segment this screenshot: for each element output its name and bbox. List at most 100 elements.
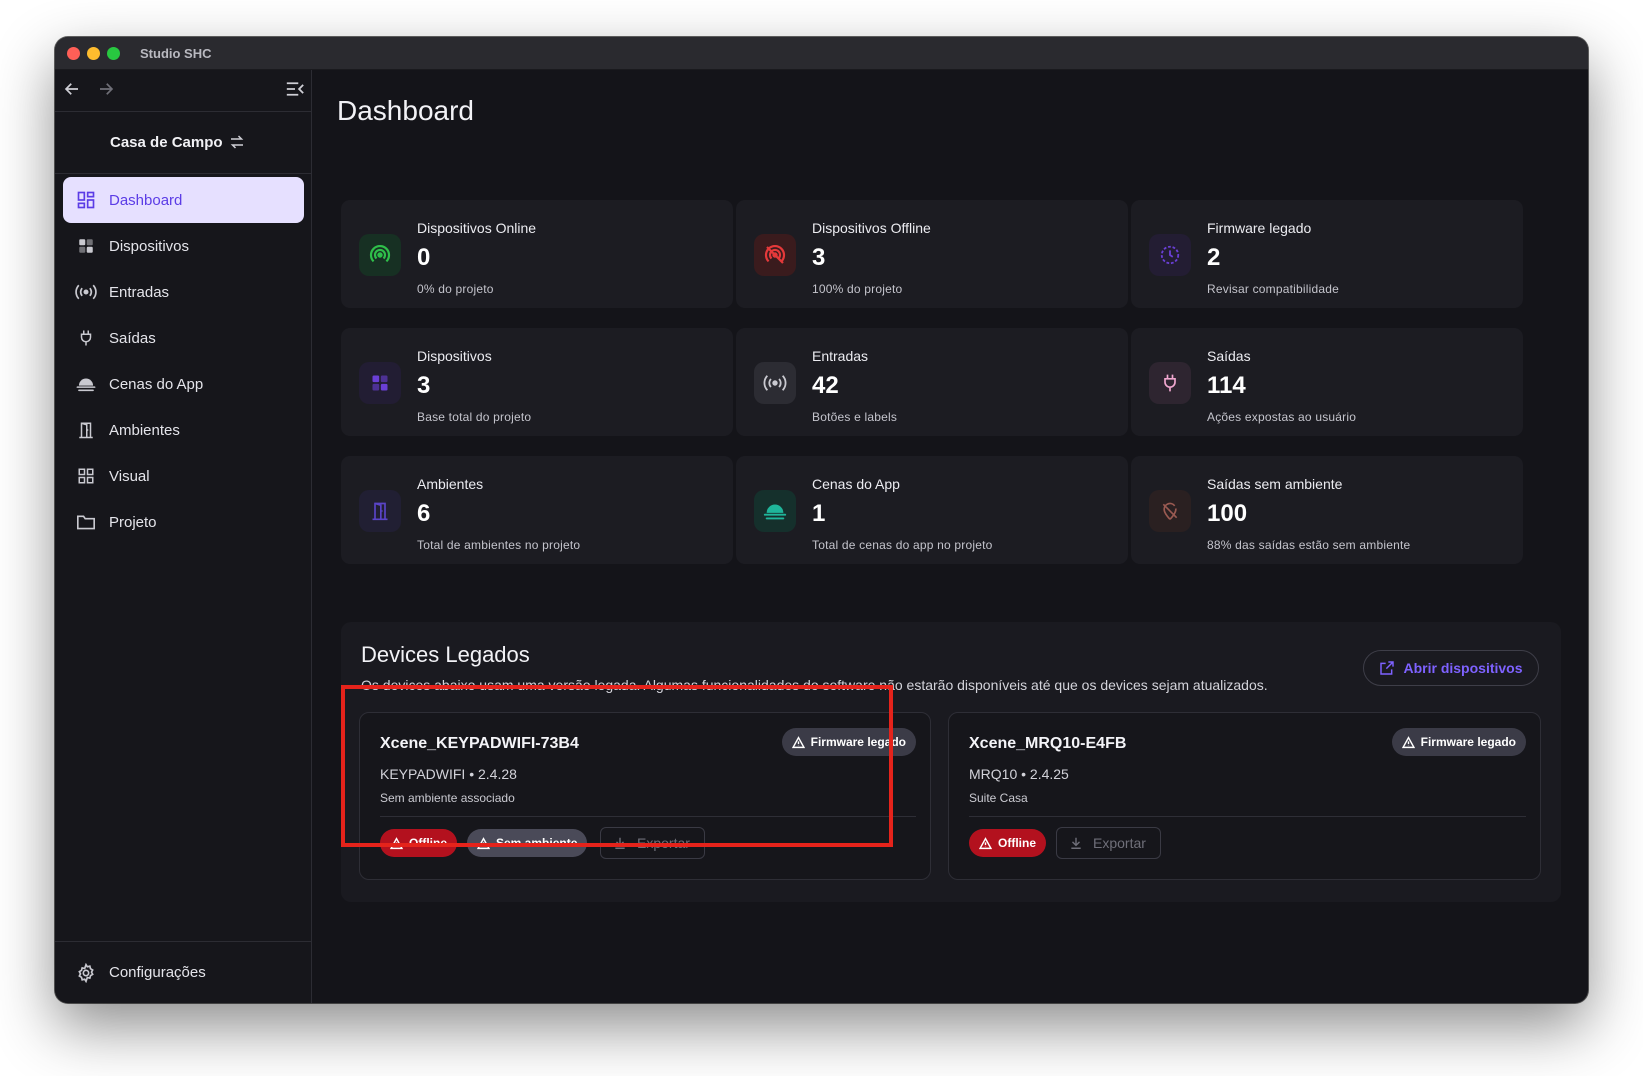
sidebar-item-label: Entradas <box>109 283 170 301</box>
sidebar-item-ambientes[interactable]: Ambientes <box>63 407 304 453</box>
sidebar-menu: Dashboard Dispositivos Entradas Saídas C… <box>63 177 304 545</box>
collapse-menu-icon[interactable] <box>283 77 307 101</box>
stat-sub: Total de cenas do app no projeto <box>812 538 993 552</box>
settings-label: Configurações <box>109 964 206 981</box>
stat-label: Dispositivos Online <box>417 220 537 236</box>
stat-sub: Ações expostas ao usuário <box>1207 410 1357 424</box>
sidebar-item-label: Projeto <box>109 513 157 531</box>
close-window-button[interactable] <box>67 47 80 60</box>
window-title: Studio SHC <box>140 46 212 61</box>
stat-label: Dispositivos Offline <box>812 220 931 236</box>
grid-icon <box>75 465 97 487</box>
plug-icon <box>75 327 97 349</box>
open-devices-label: Abrir dispositivos <box>1403 660 1523 676</box>
location-off-icon <box>1149 490 1191 532</box>
stat-sub: 100% do projeto <box>812 282 903 296</box>
device-model: MRQ10 • 2.4.25 <box>969 766 1069 782</box>
title-bar: Studio SHC <box>55 37 1588 70</box>
devices-icon <box>75 235 97 257</box>
devices-icon <box>359 362 401 404</box>
broadcast-icon <box>754 362 796 404</box>
stat-value: 0 <box>417 244 431 271</box>
stat-label: Firmware legado <box>1207 220 1312 236</box>
door-icon <box>75 419 97 441</box>
divider <box>969 816 1526 817</box>
stat-sub: Base total do projeto <box>417 410 532 424</box>
project-name: Casa de Campo <box>110 134 223 151</box>
export-button[interactable]: Exportar <box>1056 827 1161 859</box>
stat-value: 42 <box>812 372 839 399</box>
main-content: Dashboard Dispositivos Online 0 0% do pr… <box>313 70 1588 1003</box>
stat-label: Saídas <box>1207 348 1251 364</box>
cloud-icon <box>754 490 796 532</box>
stat-card-saidas-sem-ambiente: Saídas sem ambiente 100 88% das saídas e… <box>1131 456 1523 564</box>
warning-icon <box>978 836 993 850</box>
swap-icon[interactable] <box>228 133 248 153</box>
stat-label: Entradas <box>812 348 869 364</box>
download-icon <box>1069 836 1083 850</box>
sidebar-item-cenas[interactable]: Cenas do App <box>63 361 304 407</box>
stat-value: 2 <box>1207 244 1221 271</box>
stat-value: 6 <box>417 500 431 527</box>
back-arrow-icon[interactable] <box>60 77 84 101</box>
sidebar-item-label: Cenas do App <box>109 375 204 393</box>
sidebar-item-label: Dispositivos <box>109 237 190 255</box>
door-icon <box>359 490 401 532</box>
legacy-device-card[interactable]: Xcene_MRQ10-E4FB Firmware legado MRQ10 •… <box>948 712 1541 880</box>
sidebar-item-entradas[interactable]: Entradas <box>63 269 304 315</box>
status-label: Offline <box>998 836 1036 850</box>
folder-icon <box>75 511 97 533</box>
project-selector[interactable]: Casa de Campo <box>55 112 312 174</box>
stat-sub: Revisar compatibilidade <box>1207 282 1339 296</box>
badge-label: Firmware legado <box>1420 735 1516 749</box>
stat-card-entradas: Entradas 42 Botões e labels <box>736 328 1128 436</box>
broadcast-icon <box>75 281 97 303</box>
stat-card-cenas: Cenas do App 1 Total de cenas do app no … <box>736 456 1128 564</box>
dashboard-icon <box>75 189 97 211</box>
stat-card-dispositivos: Dispositivos 3 Base total do projeto <box>341 328 733 436</box>
sidebar: Casa de Campo Dashboard Dispositivos Ent… <box>55 70 312 1003</box>
stat-value: 3 <box>417 372 431 399</box>
stat-value: 100 <box>1207 500 1248 527</box>
external-link-icon <box>1379 660 1395 676</box>
wifi-online-icon <box>359 234 401 276</box>
forward-arrow-icon[interactable] <box>94 77 118 101</box>
section-title: Devices Legados <box>361 642 530 667</box>
maximize-window-button[interactable] <box>107 47 120 60</box>
stat-value: 1 <box>812 500 826 527</box>
sidebar-item-configuracoes[interactable]: Configurações <box>55 941 312 1003</box>
open-devices-button[interactable]: Abrir dispositivos <box>1363 650 1539 686</box>
firmware-legacy-badge: Firmware legado <box>1391 728 1526 756</box>
stat-card-online: Dispositivos Online 0 0% do projeto <box>341 200 733 308</box>
app-window: Studio SHC Casa de Campo Dashboard Dispo… <box>55 37 1588 1003</box>
highlight-box <box>341 685 893 847</box>
stat-label: Saídas sem ambiente <box>1207 476 1343 492</box>
stat-card-firmware: Firmware legado 2 Revisar compatibilidad… <box>1131 200 1523 308</box>
stat-value: 114 <box>1207 372 1246 399</box>
wifi-offline-icon <box>754 234 796 276</box>
stat-label: Ambientes <box>417 476 484 492</box>
page-title: Dashboard <box>337 95 474 126</box>
sidebar-item-saidas[interactable]: Saídas <box>63 315 304 361</box>
stat-value: 3 <box>812 244 826 271</box>
sidebar-item-label: Saídas <box>109 329 156 347</box>
sidebar-item-dashboard[interactable]: Dashboard <box>63 177 304 223</box>
sidebar-item-label: Dashboard <box>109 191 183 209</box>
nav-bar <box>55 70 312 112</box>
history-icon <box>1149 234 1191 276</box>
stat-sub: 88% das saídas estão sem ambiente <box>1207 538 1411 552</box>
stat-card-saidas: Saídas 114 Ações expostas ao usuário <box>1131 328 1523 436</box>
minimize-window-button[interactable] <box>87 47 100 60</box>
cloud-icon <box>75 373 97 395</box>
export-label: Exportar <box>1093 835 1146 851</box>
device-name: Xcene_MRQ10-E4FB <box>969 735 1127 752</box>
sidebar-item-dispositivos[interactable]: Dispositivos <box>63 223 304 269</box>
sidebar-item-projeto[interactable]: Projeto <box>63 499 304 545</box>
device-room: Suite Casa <box>969 791 1028 805</box>
stat-sub: Botões e labels <box>812 410 898 424</box>
offline-status-chip: Offline <box>969 829 1046 857</box>
stat-card-ambientes: Ambientes 6 Total de ambientes no projet… <box>341 456 733 564</box>
stat-sub: Total de ambientes no projeto <box>417 538 581 552</box>
sidebar-item-label: Ambientes <box>109 421 180 439</box>
sidebar-item-visual[interactable]: Visual <box>63 453 304 499</box>
